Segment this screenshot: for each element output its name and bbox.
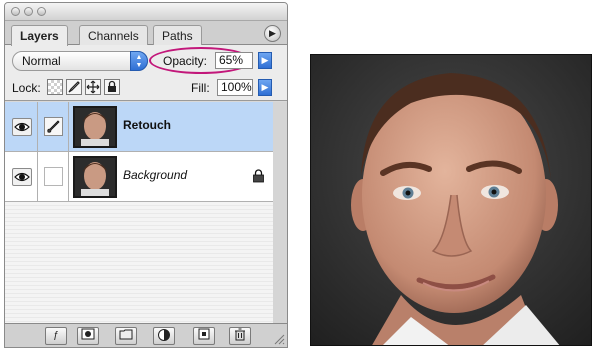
portrait-photo (310, 54, 592, 346)
eye-visibility-icon[interactable] (12, 118, 32, 136)
new-group-folder-icon[interactable] (115, 327, 137, 345)
opacity-input[interactable]: 65% (215, 52, 253, 69)
minimize-window-button[interactable] (24, 7, 33, 16)
blend-row: Normal ▲ ▼ Opacity: 65% ▶ (5, 45, 287, 75)
opacity-label: Opacity: (163, 54, 208, 68)
lock-image-brush-icon[interactable] (66, 79, 82, 95)
lock-all-padlock-icon[interactable] (104, 79, 120, 95)
blend-mode-select[interactable]: Normal ▲ ▼ (12, 51, 148, 71)
eye-visibility-icon[interactable] (12, 168, 32, 186)
lock-position-move-icon[interactable] (85, 79, 101, 95)
paintbrush-icon[interactable] (44, 117, 63, 136)
zoom-window-button[interactable] (37, 7, 46, 16)
link-empty-box[interactable] (44, 167, 63, 186)
blend-mode-value: Normal (22, 54, 61, 68)
edit-cell (39, 152, 69, 202)
adjustment-layer-icon[interactable] (153, 327, 175, 345)
lock-transparency-icon[interactable] (47, 79, 63, 95)
new-layer-icon[interactable] (193, 327, 215, 345)
right-arrow-icon: ▶ (261, 55, 269, 65)
palette-bottom-bar: ƒ (5, 323, 287, 347)
visibility-cell (5, 102, 38, 152)
tab-paths[interactable]: Paths (153, 25, 202, 45)
palette-tabs: Layers Channels Paths ▶ (5, 21, 287, 46)
palette-titlebar (5, 3, 287, 21)
edit-cell (39, 102, 69, 152)
tab-channels[interactable]: Channels (79, 25, 148, 45)
fill-slider-button[interactable]: ▶ (258, 79, 272, 96)
add-mask-icon[interactable] (77, 327, 99, 345)
layer-row-background[interactable]: Background (5, 152, 273, 202)
tab-layers[interactable]: Layers (11, 25, 68, 46)
lock-label: Lock: (12, 81, 41, 95)
layer-row-retouch[interactable]: Retouch (5, 102, 273, 152)
play-arrow-icon: ▶ (269, 28, 276, 38)
layer-style-fx-icon[interactable]: ƒ (45, 327, 67, 345)
layer-name: Retouch (123, 118, 171, 132)
right-arrow-icon: ▶ (261, 82, 269, 92)
fill-input[interactable]: 100% (217, 79, 253, 96)
visibility-cell (5, 152, 38, 202)
updown-arrows-icon: ▲ ▼ (130, 51, 148, 71)
close-window-button[interactable] (11, 7, 20, 16)
opacity-slider-button[interactable]: ▶ (258, 52, 272, 69)
layer-thumbnail (73, 156, 117, 198)
trash-delete-icon[interactable] (229, 327, 251, 345)
layers-palette: Layers Channels Paths ▶ Normal ▲ ▼ Opacit… (4, 2, 288, 348)
fill-label: Fill: (191, 81, 210, 95)
resize-grip-icon[interactable] (271, 331, 285, 345)
layer-thumbnail (73, 106, 117, 148)
lock-row: Lock: Fill: 100% ▶ (5, 75, 287, 101)
palette-menu-button[interactable]: ▶ (264, 25, 281, 42)
padlock-icon (253, 169, 264, 183)
layer-name: Background (123, 168, 188, 182)
layers-list: Retouch Background (5, 102, 287, 326)
